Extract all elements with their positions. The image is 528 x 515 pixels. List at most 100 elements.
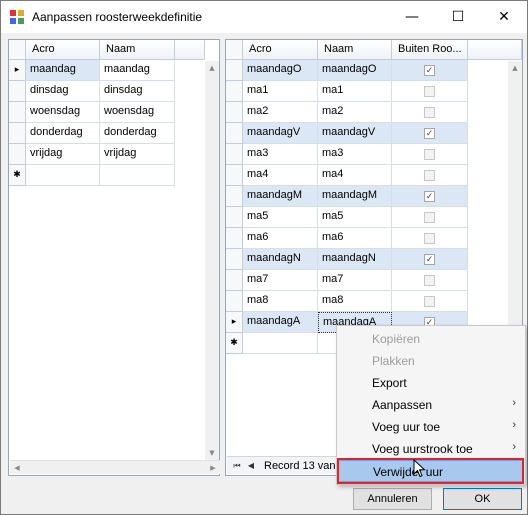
cell-acro[interactable]: maandagN	[243, 249, 318, 270]
checkbox-unchecked[interactable]	[424, 85, 435, 97]
checkbox-unchecked[interactable]	[424, 148, 435, 160]
cell-buiten-rooster[interactable]	[392, 228, 468, 249]
cancel-button[interactable]: Annuleren	[353, 488, 432, 510]
column-header-naam[interactable]: Naam	[100, 40, 175, 60]
cell-buiten-rooster[interactable]: ✓	[392, 186, 468, 207]
cell-naam[interactable]: ma1	[318, 81, 392, 102]
cell-naam-new[interactable]	[100, 165, 175, 186]
title-bar[interactable]: Aanpassen roosterweekdefinitie — ☐ ✕	[1, 1, 527, 33]
checkbox-unchecked[interactable]	[424, 232, 435, 244]
checkbox-unchecked[interactable]	[424, 106, 435, 118]
cell-naam[interactable]: maandagN	[318, 249, 392, 270]
cell-buiten-rooster[interactable]	[392, 81, 468, 102]
cell-naam[interactable]: maandagM	[318, 186, 392, 207]
cell-acro[interactable]: vrijdag	[26, 144, 100, 165]
cell-buiten-rooster[interactable]: ✓	[392, 123, 468, 144]
cell-acro[interactable]: woensdag	[26, 102, 100, 123]
cell-acro[interactable]: ma8	[243, 291, 318, 312]
cell-naam[interactable]: dinsdag	[100, 81, 175, 102]
table-row[interactable]: maandagN maandagN ✓	[226, 249, 468, 270]
cell-acro[interactable]: ma5	[243, 207, 318, 228]
cell-acro[interactable]: maandagO	[243, 60, 318, 81]
days-grid-horizontal-scrollbar[interactable]: ◀ ▶	[10, 460, 220, 474]
cell-acro[interactable]: ma4	[243, 165, 318, 186]
checkbox-unchecked[interactable]	[424, 274, 435, 286]
days-grid-vertical-scrollbar[interactable]: ▲ ▼	[205, 61, 219, 460]
cell-naam[interactable]: ma4	[318, 165, 392, 186]
cell-acro[interactable]: maandagA	[243, 312, 318, 333]
cell-buiten-rooster[interactable]: ✓	[392, 60, 468, 81]
column-header-acro[interactable]: Acro	[243, 40, 318, 60]
menu-item-voeg-uur-toe[interactable]: Voeg uur toe ›	[338, 416, 524, 438]
cell-naam[interactable]: ma3	[318, 144, 392, 165]
cell-acro-new[interactable]	[26, 165, 100, 186]
checkbox-checked[interactable]: ✓	[424, 190, 435, 202]
table-row[interactable]: maandagV maandagV ✓	[226, 123, 468, 144]
cell-acro[interactable]: dinsdag	[26, 81, 100, 102]
cell-buiten-rooster[interactable]	[392, 102, 468, 123]
table-row[interactable]: ma5 ma5	[226, 207, 468, 228]
cell-naam[interactable]: maandagV	[318, 123, 392, 144]
previous-record-icon[interactable]: ◀	[244, 459, 258, 473]
table-row[interactable]: maandagM maandagM ✓	[226, 186, 468, 207]
cell-acro[interactable]: ma1	[243, 81, 318, 102]
cell-naam[interactable]: maandag	[100, 60, 175, 81]
table-row[interactable]: ma4 ma4	[226, 165, 468, 186]
cell-naam[interactable]: ma7	[318, 270, 392, 291]
cell-naam[interactable]: woensdag	[100, 102, 175, 123]
column-header-buiten-rooster[interactable]: Buiten Roo...	[392, 40, 468, 60]
table-row[interactable]: woensdag woensdag	[9, 102, 175, 123]
cell-acro[interactable]: ma2	[243, 102, 318, 123]
first-record-icon[interactable]: ⏮	[230, 459, 244, 473]
cell-acro-new[interactable]	[243, 333, 318, 354]
scroll-up-arrow-icon[interactable]: ▲	[205, 61, 219, 75]
checkbox-unchecked[interactable]	[424, 169, 435, 181]
menu-item-kopieren[interactable]: Kopiëren	[338, 328, 524, 350]
table-row[interactable]: donderdag donderdag	[9, 123, 175, 144]
cell-buiten-rooster[interactable]	[392, 291, 468, 312]
cell-naam[interactable]: ma2	[318, 102, 392, 123]
close-button[interactable]: ✕	[481, 1, 527, 32]
cell-acro[interactable]: ma3	[243, 144, 318, 165]
new-row[interactable]: ✱	[9, 165, 175, 186]
table-row[interactable]: maandagO maandagO ✓	[226, 60, 468, 81]
checkbox-checked[interactable]: ✓	[424, 64, 435, 76]
cell-buiten-rooster[interactable]	[392, 207, 468, 228]
column-header-acro[interactable]: Acro	[26, 40, 100, 60]
table-row[interactable]: ma6 ma6	[226, 228, 468, 249]
maximize-button[interactable]: ☐	[435, 1, 481, 32]
cell-naam[interactable]: ma6	[318, 228, 392, 249]
checkbox-checked[interactable]: ✓	[424, 253, 435, 265]
minimize-button[interactable]: —	[389, 1, 435, 32]
cell-naam[interactable]: vrijdag	[100, 144, 175, 165]
checkbox-unchecked[interactable]	[424, 211, 435, 223]
cell-naam[interactable]: donderdag	[100, 123, 175, 144]
table-row[interactable]: ma2 ma2	[226, 102, 468, 123]
days-grid[interactable]: Acro Naam ▸ maandag maandag dinsdag dins…	[8, 39, 220, 476]
ok-button[interactable]: OK	[443, 488, 522, 510]
table-row[interactable]: ▸ maandag maandag	[9, 60, 175, 81]
cell-acro[interactable]: maandagM	[243, 186, 318, 207]
table-row[interactable]: ma8 ma8	[226, 291, 468, 312]
menu-item-voeg-uurstrook-toe[interactable]: Voeg uurstrook toe ›	[338, 438, 524, 460]
cell-buiten-rooster[interactable]	[392, 165, 468, 186]
cell-acro[interactable]: maandagV	[243, 123, 318, 144]
menu-item-aanpassen[interactable]: Aanpassen ›	[338, 394, 524, 416]
scroll-up-arrow-icon[interactable]: ▲	[508, 61, 522, 75]
menu-item-export[interactable]: Export	[338, 372, 524, 394]
checkbox-unchecked[interactable]	[424, 295, 435, 307]
scroll-right-arrow-icon[interactable]: ▶	[206, 461, 220, 475]
checkbox-checked[interactable]: ✓	[424, 127, 435, 139]
scroll-down-arrow-icon[interactable]: ▼	[205, 446, 219, 460]
cell-acro[interactable]: maandag	[26, 60, 100, 81]
cell-acro[interactable]: donderdag	[26, 123, 100, 144]
cell-acro[interactable]: ma6	[243, 228, 318, 249]
table-row[interactable]: vrijdag vrijdag	[9, 144, 175, 165]
table-row[interactable]: ma1 ma1	[226, 81, 468, 102]
table-row[interactable]: ma7 ma7	[226, 270, 468, 291]
column-header-naam[interactable]: Naam	[318, 40, 392, 60]
cell-naam[interactable]: ma8	[318, 291, 392, 312]
cell-buiten-rooster[interactable]	[392, 144, 468, 165]
menu-item-plakken[interactable]: Plakken	[338, 350, 524, 372]
scroll-left-arrow-icon[interactable]: ◀	[10, 461, 24, 475]
